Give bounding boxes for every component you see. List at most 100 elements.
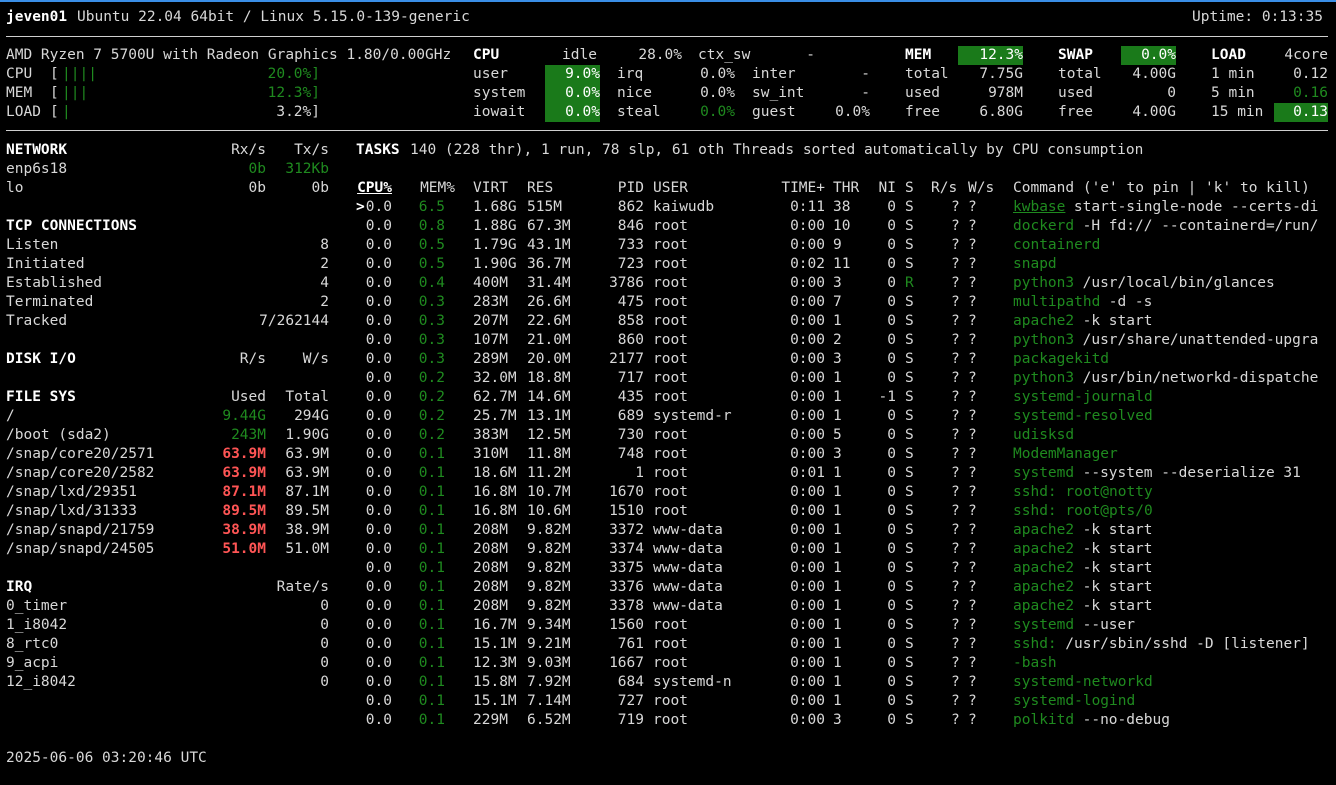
filesys-used: 38.9M <box>222 522 266 538</box>
filesys-title: FILE SYS <box>6 389 76 405</box>
col-header-s[interactable]: S <box>905 179 914 198</box>
tcp-value: 2 <box>320 256 329 272</box>
proc-virt: 289M <box>473 351 508 367</box>
proc-args: /usr/sbin/sshd -D [listener] <box>1056 636 1310 652</box>
proc-virt: 400M <box>473 275 508 291</box>
proc-write: ? <box>968 237 977 253</box>
proc-read: ? <box>951 598 960 614</box>
proc-read: ? <box>951 579 960 595</box>
proc-mem: 0.1 <box>418 693 445 709</box>
proc-thr: 1 <box>833 522 842 538</box>
network-interface: enp6s18 <box>6 161 68 177</box>
proc-res: 9.03M <box>527 655 571 671</box>
ctx-sw-value: - <box>806 47 815 63</box>
proc-thr: 9 <box>833 237 842 253</box>
proc-ni: 0 <box>887 522 896 538</box>
col-header-user[interactable]: USER <box>653 179 688 198</box>
col-header-rs[interactable]: R/s <box>931 179 957 198</box>
proc-res: 9.21M <box>527 636 571 652</box>
proc-user: root <box>653 351 688 367</box>
proc-read: ? <box>951 408 960 424</box>
proc-command: python3 <box>1013 275 1075 291</box>
proc-cpu: 0.0 <box>365 351 392 367</box>
col-header-cpu[interactable]: CPU% <box>354 179 392 198</box>
proc-ni: 0 <box>887 617 896 633</box>
proc-pid: 723 <box>617 256 644 272</box>
col-header-ws[interactable]: W/s <box>968 179 994 198</box>
proc-res: 7.14M <box>527 693 571 709</box>
col-header-pid[interactable]: PID <box>600 179 644 198</box>
proc-time: 0:00 <box>790 389 825 405</box>
proc-pid: 1 <box>635 465 644 481</box>
proc-user: root <box>653 712 688 728</box>
irq-rate: 0 <box>320 598 329 614</box>
tcp-value: 2 <box>320 294 329 310</box>
mem-stat-value: 7.75G <box>979 66 1023 82</box>
proc-read: ? <box>951 503 960 519</box>
col-header-thr[interactable]: THR <box>833 179 859 198</box>
proc-time: 0:00 <box>790 712 825 728</box>
proc-cpu: 0.0 <box>365 465 392 481</box>
proc-cpu: 0.0 <box>365 598 392 614</box>
tasks-title: TASKS <box>356 142 400 158</box>
proc-mem: 0.3 <box>418 351 445 367</box>
cpu-idle-label: idle <box>562 47 597 63</box>
proc-args: --user <box>1073 617 1135 633</box>
summary-divider <box>6 130 1328 131</box>
proc-res: 9.82M <box>527 598 571 614</box>
tcp-label: Established <box>6 275 103 291</box>
filesys-total: 51.0M <box>285 541 329 557</box>
ctx-sw-label: ctx_sw <box>698 47 751 63</box>
proc-mem: 0.1 <box>418 541 445 557</box>
filesys-used: 243M <box>231 427 266 443</box>
proc-write: ? <box>968 617 977 633</box>
proc-status: S <box>905 427 914 443</box>
proc-res: 10.6M <box>527 503 571 519</box>
cpu-stat-label: steal <box>617 104 661 120</box>
proc-write: ? <box>968 674 977 690</box>
quicklook-label: CPU <box>6 66 33 82</box>
filesys-used: 63.9M <box>222 465 266 481</box>
col-header-ni[interactable]: NI <box>870 179 896 198</box>
col-header-command[interactable]: Command ('e' to pin | 'k' to kill) <box>1013 179 1310 198</box>
proc-read: ? <box>951 351 960 367</box>
proc-thr: 3 <box>833 446 842 462</box>
proc-ni: 0 <box>887 237 896 253</box>
col-header-virt[interactable]: VIRT <box>473 179 508 198</box>
proc-res: 7.92M <box>527 674 571 690</box>
proc-mem: 0.1 <box>418 712 445 728</box>
proc-res: 9.82M <box>527 541 571 557</box>
col-header-mem[interactable]: MEM% <box>410 179 455 198</box>
proc-thr: 3 <box>833 351 842 367</box>
proc-args: -k start <box>1073 579 1153 595</box>
proc-mem: 0.2 <box>418 389 445 405</box>
proc-cpu: 0.0 <box>365 446 392 462</box>
proc-status: S <box>905 693 914 709</box>
col-header-time[interactable]: TIME+ <box>770 179 825 198</box>
filesys-mount: /boot (sda2) <box>6 427 111 443</box>
proc-command: systemd-logind <box>1013 693 1136 709</box>
proc-write: ? <box>968 256 977 272</box>
proc-command: apache2 <box>1013 560 1075 576</box>
proc-res: 31.4M <box>527 275 571 291</box>
proc-ni: 0 <box>887 294 896 310</box>
proc-res: 9.34M <box>527 617 571 633</box>
load-stat-value: 0.16 <box>1293 85 1328 101</box>
proc-pid: 1667 <box>609 655 644 671</box>
swap-stat-label: free <box>1058 104 1093 120</box>
proc-command: systemd-networkd <box>1013 674 1153 690</box>
proc-ni: 0 <box>887 674 896 690</box>
proc-ni: -1 <box>878 389 896 405</box>
proc-res: 6.52M <box>527 712 571 728</box>
proc-write: ? <box>968 370 977 386</box>
proc-args: start-single-node --certs-di <box>1065 199 1319 215</box>
proc-read: ? <box>951 446 960 462</box>
proc-status: S <box>905 389 914 405</box>
proc-time: 0:00 <box>790 636 825 652</box>
col-header-res[interactable]: RES <box>527 179 553 198</box>
proc-time: 0:00 <box>790 693 825 709</box>
proc-ni: 0 <box>887 408 896 424</box>
cpu-title: CPU <box>473 47 500 63</box>
proc-command: containerd <box>1013 237 1101 253</box>
hostname: jeven01 <box>6 9 68 25</box>
